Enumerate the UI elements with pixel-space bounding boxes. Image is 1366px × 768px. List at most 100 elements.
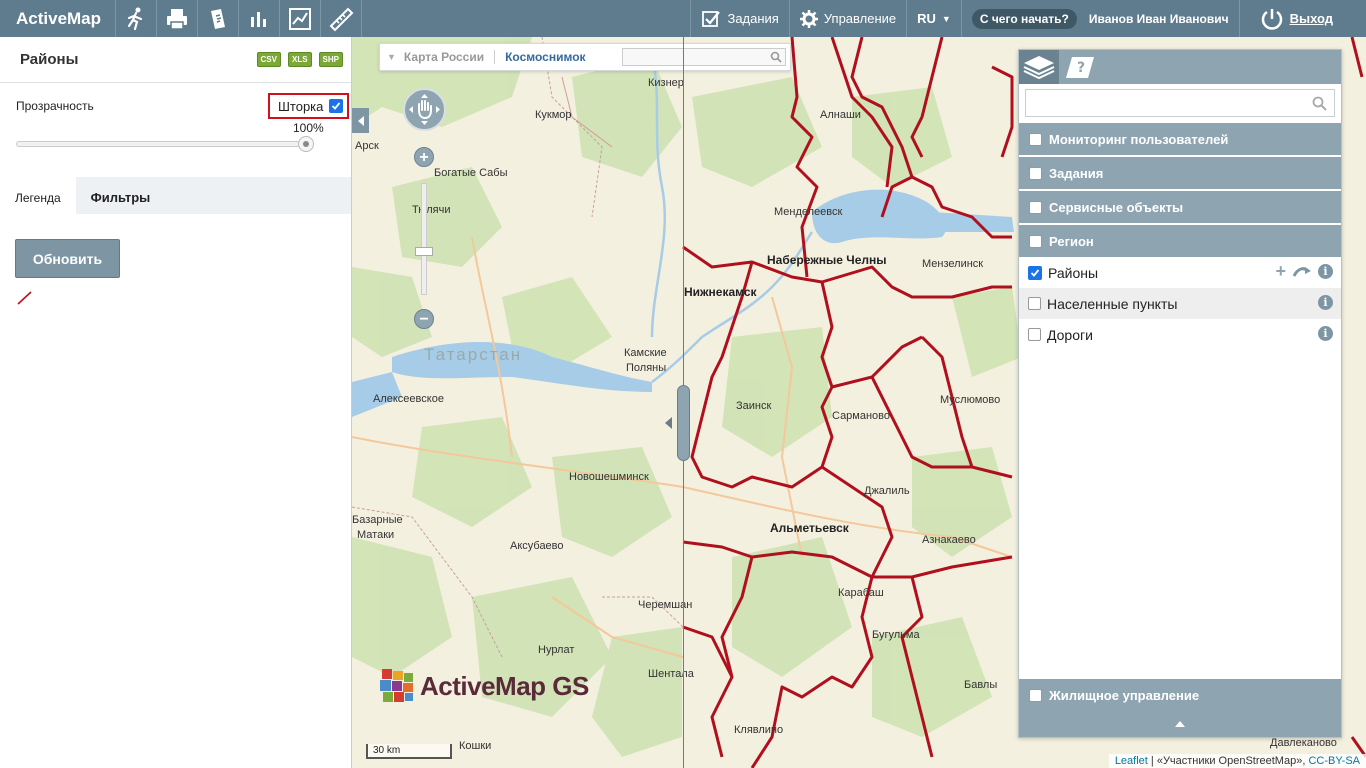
document-tool-button[interactable] — [198, 0, 240, 37]
export-csv-button[interactable]: CSV — [256, 52, 281, 67]
chevron-down-icon[interactable]: ▼ — [380, 52, 404, 62]
map-label: Алексеевское — [373, 393, 444, 405]
legend-line-symbol — [17, 291, 32, 305]
print-tool-button[interactable] — [157, 0, 199, 37]
map-label: Черемшан — [638, 599, 693, 611]
map-label: Богатые Сабы — [434, 167, 508, 179]
map-label: Давлеканово — [1270, 737, 1337, 749]
zoom-slider-handle[interactable] — [415, 247, 433, 256]
opacity-slider-track[interactable] — [16, 141, 314, 147]
layer-group-housing[interactable]: Жилищное управление — [1019, 679, 1341, 711]
zoom-to-layer-icon[interactable] — [1292, 265, 1312, 279]
search-icon[interactable] — [770, 51, 782, 63]
collapse-layers-button[interactable] — [1019, 710, 1341, 737]
print-icon — [167, 8, 188, 30]
layer-row-districts[interactable]: Районы + i — [1019, 257, 1341, 288]
layer-group-user-monitoring[interactable]: Мониторинг пользователей — [1019, 123, 1341, 155]
tab-layers[interactable] — [1019, 50, 1059, 84]
layer-row-roads[interactable]: Дороги i — [1019, 319, 1341, 350]
activemap-logo: ActiveMap GS — [378, 667, 589, 705]
group-checkbox[interactable] — [1029, 234, 1042, 248]
map-view[interactable]: Кизнер Кукмор Арск Богатые Сабы Тюлячи Т… — [352, 37, 1366, 768]
map-label: Арск — [355, 140, 379, 152]
opacity-label: Прозрачность — [16, 99, 94, 113]
tab-legend[interactable]: Легенда — [0, 177, 76, 214]
layer-group-region[interactable]: Регион — [1019, 225, 1341, 257]
export-shp-button[interactable]: SHP — [318, 52, 343, 67]
zoom-out-button[interactable]: − — [414, 309, 434, 329]
layer-checkbox[interactable] — [1028, 297, 1041, 310]
tab-map-info[interactable]: ? — [1059, 50, 1099, 84]
map-label: Новошешминск — [569, 471, 649, 483]
layer-row-settlements[interactable]: Населенные пункты i — [1019, 288, 1341, 319]
group-checkbox[interactable] — [1029, 132, 1042, 146]
layers-panel-tabs: ? — [1019, 50, 1341, 84]
app-brand[interactable]: ActiveMap — [0, 0, 117, 37]
layer-search-input[interactable] — [1025, 89, 1335, 117]
map-label: Азнакаево — [922, 534, 976, 546]
swipe-arrow-icon — [665, 417, 672, 429]
measure-tool-button[interactable] — [321, 0, 363, 37]
group-checkbox[interactable] — [1029, 200, 1042, 214]
map-question-icon: ? — [1066, 57, 1094, 78]
logo-mosaic-icon — [380, 669, 413, 702]
map-attribution: Leaflet | «Участники OpenStreetMap», CC-… — [1108, 754, 1366, 768]
group-checkbox[interactable] — [1029, 688, 1042, 702]
map-label-city: Набережные Челны — [767, 253, 887, 267]
zoom-slider-track[interactable] — [421, 183, 427, 295]
layer-actions: i — [1318, 295, 1333, 310]
pan-control[interactable] — [403, 88, 446, 131]
layer-label: Районы — [1048, 264, 1099, 281]
collapse-panel-button[interactable] — [352, 108, 369, 133]
layer-actions: i — [1318, 326, 1333, 341]
export-buttons: CSV XLS SHP — [256, 52, 343, 67]
swipe-checkbox[interactable] — [329, 99, 344, 113]
swipe-handle[interactable] — [677, 385, 690, 461]
measure-icon — [329, 7, 354, 31]
basemap-russia-map[interactable]: Карта России — [404, 50, 496, 64]
group-checkbox[interactable] — [1029, 166, 1042, 180]
map-search-input[interactable] — [622, 48, 786, 66]
map-label: Кошки — [459, 740, 492, 752]
info-icon[interactable]: i — [1318, 326, 1333, 341]
topbar-right: Задания Управление RU ▼ С чего начать? И… — [690, 0, 1366, 37]
line-chart-icon — [289, 7, 312, 30]
logout-button[interactable]: Выход — [1238, 0, 1366, 37]
opacity-slider-handle[interactable] — [298, 136, 314, 152]
zoom-in-button[interactable]: + — [414, 147, 434, 167]
logout-label: Выход — [1289, 11, 1333, 26]
search-icon[interactable] — [1312, 96, 1327, 111]
manage-menu[interactable]: Управление — [788, 0, 906, 37]
license-link[interactable]: CC-BY-SA — [1308, 755, 1360, 767]
basemap-satellite[interactable]: Космоснимок — [495, 50, 585, 64]
graph-tool-button[interactable] — [280, 0, 322, 37]
document-icon — [211, 8, 226, 29]
refresh-button[interactable]: Обновить — [15, 239, 120, 278]
map-label: Аксубаево — [510, 540, 564, 552]
layer-checkbox[interactable] — [1028, 265, 1042, 280]
map-label: Кизнер — [648, 77, 684, 89]
run-tool-button[interactable] — [116, 0, 158, 37]
layer-group-service-objects[interactable]: Сервисные объекты — [1019, 191, 1341, 223]
panel-title: Районы — [20, 51, 79, 68]
leaflet-link[interactable]: Leaflet — [1115, 755, 1148, 767]
group-label: Регион — [1049, 233, 1094, 249]
layer-group-tasks[interactable]: Задания — [1019, 157, 1341, 189]
checkbox-icon — [702, 10, 721, 27]
user-name[interactable]: Иванов Иван Иванович — [1083, 12, 1239, 26]
statistics-tool-button[interactable] — [239, 0, 281, 37]
add-icon[interactable]: + — [1275, 262, 1286, 280]
language-select[interactable]: RU ▼ — [906, 0, 961, 37]
map-label: Бугульма — [872, 629, 920, 641]
layer-checkbox[interactable] — [1028, 328, 1041, 341]
help-button[interactable]: С чего начать? — [971, 8, 1077, 29]
chevron-down-icon: ▼ — [941, 13, 951, 24]
tab-filters[interactable]: Фильтры — [76, 177, 166, 214]
info-icon[interactable]: i — [1318, 295, 1333, 310]
map-label: Заинск — [736, 400, 772, 412]
tasks-menu[interactable]: Задания — [690, 0, 788, 37]
info-icon[interactable]: i — [1318, 264, 1333, 279]
gear-icon — [799, 9, 818, 28]
export-xls-button[interactable]: XLS — [287, 52, 312, 67]
swipe-toggle[interactable]: Шторка — [268, 93, 349, 119]
